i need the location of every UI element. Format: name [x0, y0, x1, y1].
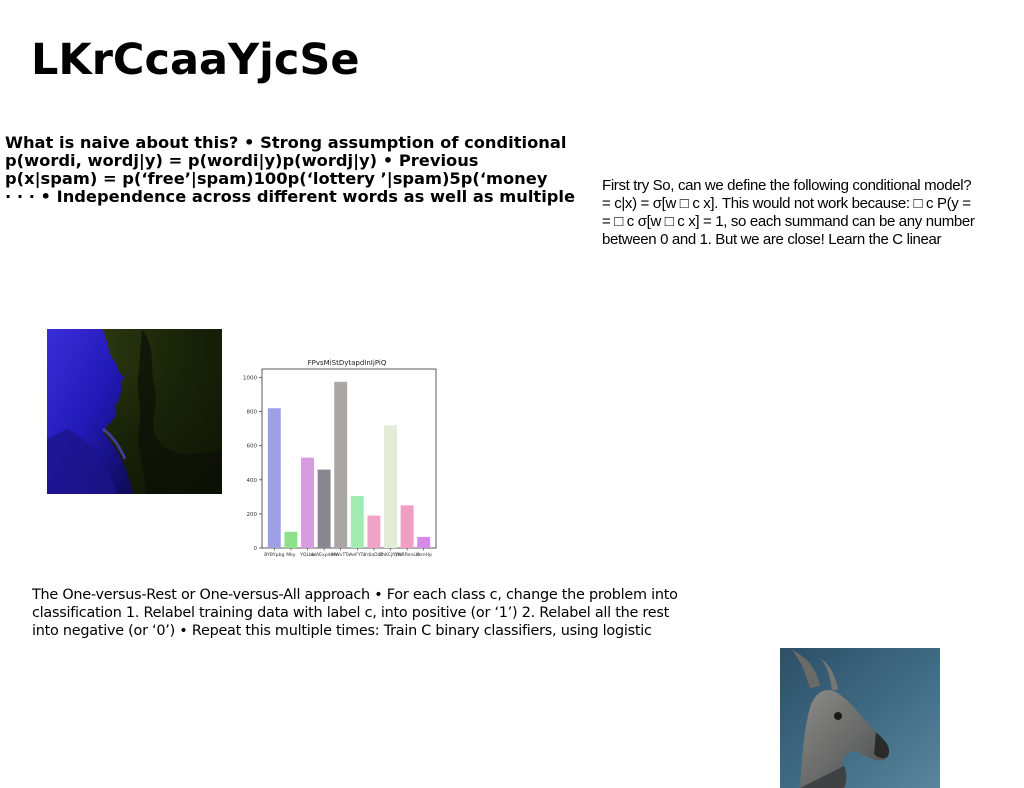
bar	[417, 536, 431, 548]
text-line: = □ c σ[w □ c x] = 1, so each summand ca…	[602, 213, 975, 230]
chart-title: FPvsMiStDytapdInIjPiQ	[308, 359, 387, 367]
text-line: The One-versus-Rest or One-versus-All ap…	[32, 587, 678, 603]
bar	[301, 457, 314, 548]
y-tick-label: 0	[254, 546, 258, 552]
text-line: = c|x) = σ[w □ c x]. This would not work…	[602, 195, 971, 212]
bar	[317, 469, 331, 548]
text-line: into negative (or ‘0’) • Repeat this mul…	[32, 623, 652, 639]
y-tick-label: 200	[247, 512, 258, 518]
text-line: p(x|spam) = p(‘free’|spam)100p(‘lottery …	[5, 169, 548, 188]
bar	[334, 381, 348, 548]
x-tick-label: MWvTTa	[331, 552, 350, 558]
bar	[400, 505, 414, 548]
naive-bayes-text: What is naive about this? • Strong assum…	[5, 134, 585, 206]
bar	[284, 531, 298, 548]
x-tick-label: BYBYpbg	[264, 552, 284, 558]
text-line: What is naive about this? • Strong assum…	[5, 133, 567, 152]
face-photo	[47, 329, 222, 494]
deer-photo	[780, 648, 940, 788]
bar-chart: FPvsMiStDytapdInIjPiQ 0 200 400 600 800 1000 B…	[243, 359, 437, 558]
text-line: p(wordi, wordj|y) = p(wordi|y)p(wordj|y)…	[5, 151, 479, 170]
x-tick-label: Mky	[286, 552, 295, 558]
page-title: LKrCcaaYjcSe	[31, 35, 360, 85]
text-line: classification 1. Relabel training data …	[32, 605, 670, 621]
y-tick-label: 400	[247, 478, 258, 484]
x-tick-label: XkmHp	[415, 552, 432, 558]
bar	[367, 515, 381, 548]
text-line: · · · • Independence across different wo…	[5, 187, 576, 206]
x-tick-label: AeFYTa	[349, 552, 365, 558]
one-vs-rest-text: The One-versus-Rest or One-versus-All ap…	[32, 586, 712, 640]
bar	[350, 496, 364, 548]
text-line: First try So, can we define the followin…	[602, 177, 972, 194]
y-tick-label: 600	[247, 444, 258, 450]
bar	[384, 425, 397, 548]
text-line: between 0 and 1. But we are close! Learn…	[602, 231, 942, 248]
conditional-model-text: First try So, can we define the followin…	[602, 177, 1024, 249]
bar	[267, 408, 281, 548]
y-tick-label: 800	[247, 410, 258, 416]
y-tick-label: 1000	[243, 376, 257, 382]
